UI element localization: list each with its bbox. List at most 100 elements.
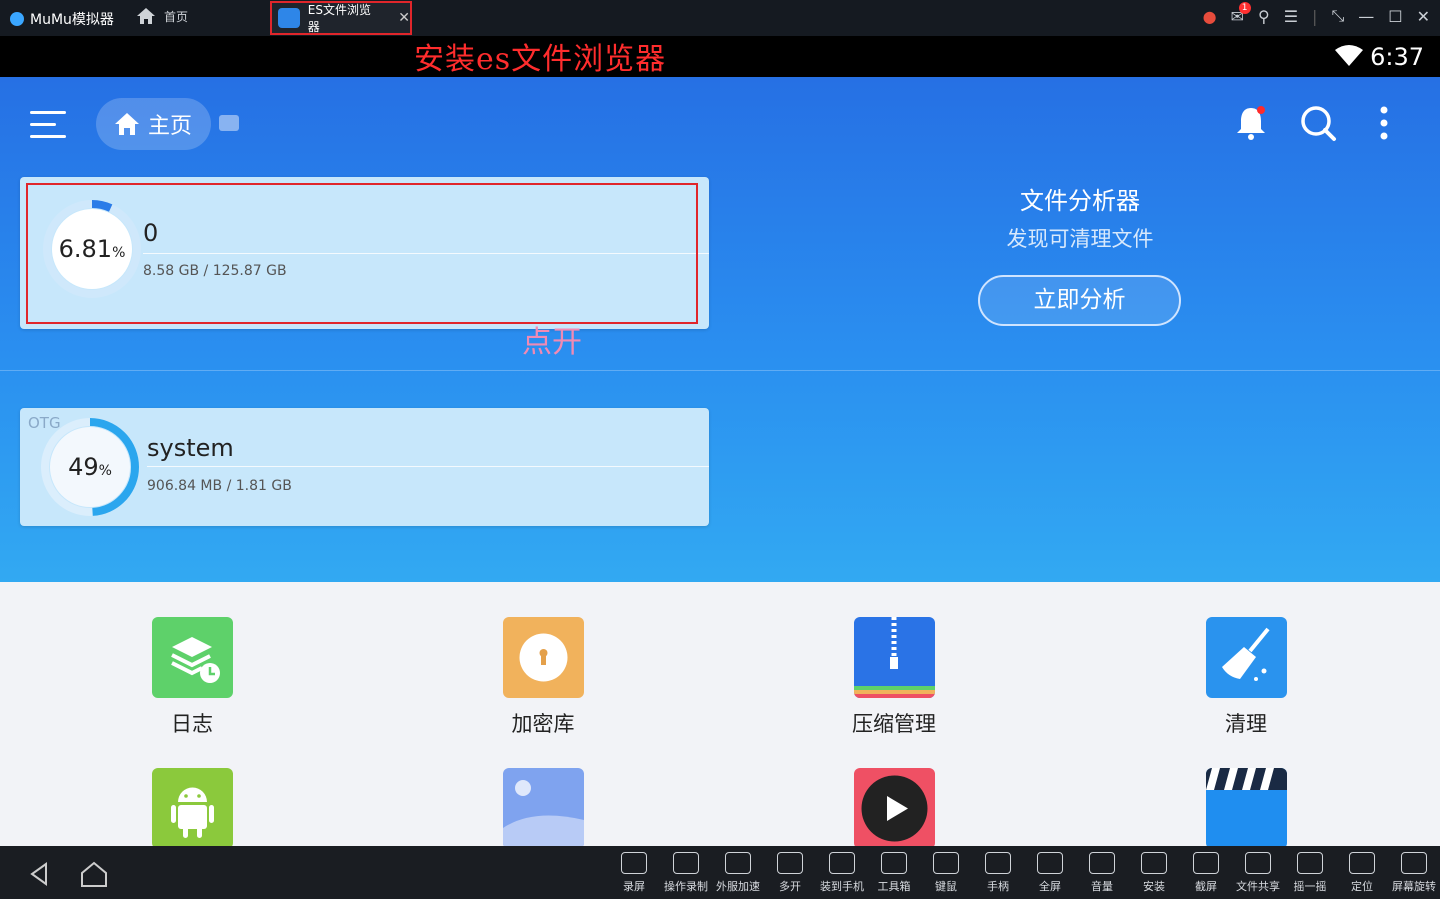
usage-percent: 49% <box>68 453 112 481</box>
toolbar-item[interactable]: 全屏 <box>1022 852 1078 894</box>
toolbar-item[interactable]: 多开 <box>762 852 818 894</box>
window-controls: ● ✉ 1 ⚲ ☰ | ⤡ — ☐ ✕ <box>1203 1 1430 26</box>
home-icon <box>115 113 139 135</box>
image-icon <box>502 768 584 846</box>
storage-header: 主页 6.81% 0 8.58 GB / 125.87 GB 点开 OTG 49… <box>0 77 1440 582</box>
tool-label: 清理 <box>1225 712 1267 736</box>
storage-card-otg[interactable]: OTG 49% system 906.84 MB / 1.81 GB <box>20 408 709 526</box>
toolbar-item-label: 装到手机 <box>820 880 864 893</box>
toolbar-item[interactable]: 外服加速 <box>710 852 766 894</box>
tool-log[interactable]: 日志 <box>92 617 292 738</box>
tool-apps[interactable] <box>92 768 292 846</box>
home-icon <box>137 8 155 24</box>
gift-icon[interactable]: ● <box>1203 7 1217 26</box>
toolbar-item-label: 手柄 <box>987 880 1009 893</box>
toolbar-item-icon <box>829 852 855 874</box>
toolbar-item-icon <box>1349 852 1375 874</box>
user-icon[interactable]: ⚲ <box>1258 7 1270 26</box>
es-app-icon <box>278 8 300 28</box>
header-divider <box>0 370 1440 371</box>
home-tab[interactable]: 首页 <box>136 7 188 25</box>
home-tab-label: 首页 <box>164 9 189 24</box>
menu-icon[interactable]: ☰ <box>1284 7 1298 26</box>
highlight-box <box>26 183 698 324</box>
back-icon[interactable] <box>26 860 54 888</box>
divider-line: | <box>1312 6 1318 26</box>
storage-size: 906.84 MB / 1.81 GB <box>147 478 292 494</box>
toolbar-item[interactable]: 音量 <box>1074 852 1130 894</box>
tool-zip[interactable]: 压缩管理 <box>794 617 994 738</box>
toolbar-item[interactable]: 键鼠 <box>918 852 974 894</box>
close-tab-icon[interactable]: ✕ <box>398 10 410 26</box>
tool-vault[interactable]: 加密库 <box>443 617 643 738</box>
annotation-install: 安装es文件浏览器 <box>414 42 667 77</box>
analyze-now-button[interactable]: 立即分析 <box>978 275 1181 326</box>
toolbar-item[interactable]: 截屏 <box>1178 852 1234 894</box>
toolbar-item-icon <box>777 852 803 874</box>
clapper-icon <box>1205 768 1287 846</box>
toolbar-item[interactable]: 装到手机 <box>814 852 870 894</box>
toolbar-item[interactable]: 定位 <box>1334 852 1390 894</box>
toolbar-item-label: 音量 <box>1091 880 1113 893</box>
maximize-icon[interactable]: ☐ <box>1388 7 1402 26</box>
window-switch-icon[interactable] <box>219 115 239 131</box>
toolbar-item-icon <box>881 852 907 874</box>
close-window-icon[interactable]: ✕ <box>1417 7 1430 26</box>
toolbar-item[interactable]: 手柄 <box>970 852 1026 894</box>
android-status-bar <box>0 36 1440 77</box>
log-icon <box>151 617 233 698</box>
home-breadcrumb[interactable]: 主页 <box>96 98 211 150</box>
toolbar-item[interactable]: 摇一摇 <box>1282 852 1338 894</box>
minimize-icon[interactable]: — <box>1358 7 1374 26</box>
tool-movies[interactable] <box>1146 768 1346 846</box>
toolbar-item-icon <box>725 852 751 874</box>
tool-images[interactable] <box>443 768 643 846</box>
card-divider <box>147 466 709 467</box>
search-icon[interactable] <box>1298 103 1338 143</box>
toolbar-item[interactable]: 屏幕旋转 <box>1386 852 1440 894</box>
hamburger-menu-button[interactable] <box>30 111 66 139</box>
play-icon <box>853 768 935 846</box>
toolbar-item-label: 定位 <box>1351 880 1373 893</box>
toolbar-item[interactable]: 操作录制 <box>658 852 714 894</box>
toolbar-item-icon <box>985 852 1011 874</box>
toolbar-item[interactable]: 文件共享 <box>1230 852 1286 894</box>
toolbar-item-label: 操作录制 <box>664 880 708 893</box>
toolbar-item-label: 工具箱 <box>877 880 911 893</box>
toolbar-item[interactable]: 工具箱 <box>866 852 922 894</box>
toolbar-item-icon <box>1193 852 1219 874</box>
emulator-brand[interactable]: MuMu模拟器 <box>10 9 114 29</box>
es-file-explorer-app: 主页 6.81% 0 8.58 GB / 125.87 GB 点开 OTG 49… <box>0 77 1440 846</box>
tab-es-file-explorer[interactable]: ES文件浏览器 ✕ <box>270 1 412 35</box>
annotation-open: 点开 <box>522 325 582 360</box>
lock-icon <box>502 617 584 698</box>
home-nav-icon[interactable] <box>80 860 108 888</box>
toolbar-item-icon <box>1297 852 1323 874</box>
more-options-icon[interactable] <box>1364 103 1404 143</box>
toolbar-item-label: 全屏 <box>1039 880 1061 893</box>
mail-icon[interactable]: ✉ 1 <box>1231 1 1251 26</box>
toolbar-item-label: 文件共享 <box>1236 880 1280 893</box>
tool-label: 压缩管理 <box>852 712 936 736</box>
shrink-icon[interactable]: ⤡ <box>1331 6 1344 26</box>
toolbar-item-label: 摇一摇 <box>1293 880 1327 893</box>
bell-icon[interactable] <box>1231 103 1271 143</box>
toolbar-item-icon <box>621 852 647 874</box>
status-clock: 6:37 <box>1370 43 1424 71</box>
broom-icon <box>1205 617 1287 698</box>
analyzer-subtitle: 发现可清理文件 <box>1006 227 1154 251</box>
emulator-titlebar: MuMu模拟器 首页 ES文件浏览器 ✕ ● ✉ 1 ⚲ ☰ | ⤡ — ☐ ✕ <box>0 0 1440 36</box>
wifi-icon <box>1335 45 1363 66</box>
toolbar-item[interactable]: 安装 <box>1126 852 1182 894</box>
toolbar-item-icon <box>1245 852 1271 874</box>
tool-video[interactable] <box>794 768 994 846</box>
toolbar-item[interactable]: 录屏 <box>606 852 662 894</box>
emulator-brand-label: MuMu模拟器 <box>30 12 114 28</box>
toolbar-item-label: 多开 <box>779 880 801 893</box>
toolbar-item-label: 屏幕旋转 <box>1392 880 1436 893</box>
toolbar-item-label: 安装 <box>1143 880 1165 893</box>
notification-badge: 1 <box>1238 1 1251 14</box>
toolbar-item-label: 截屏 <box>1195 880 1217 893</box>
toolbar-item-icon <box>673 852 699 874</box>
tool-clean[interactable]: 清理 <box>1146 617 1346 738</box>
